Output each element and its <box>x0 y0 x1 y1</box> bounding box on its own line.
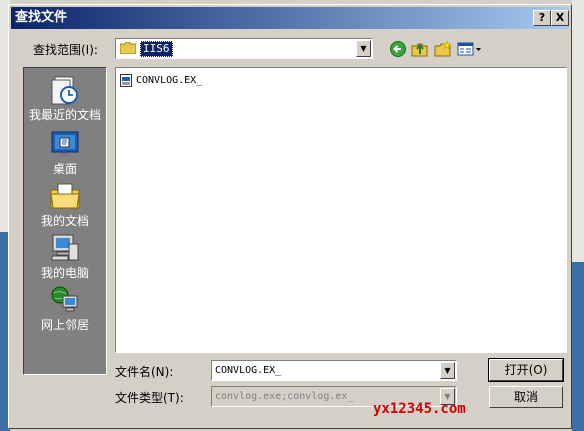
place-my-documents[interactable]: 我的文档 <box>24 176 106 228</box>
places-bar: 我最近的文档 桌面 我的文档 我的电脑 网上邻居 <box>23 67 107 375</box>
window-title: 查找文件 <box>15 10 68 25</box>
my-documents-icon <box>50 183 80 209</box>
place-label: 我的文档 <box>40 214 89 228</box>
place-recent-documents[interactable]: 我最近的文档 <box>24 70 106 122</box>
back-icon[interactable] <box>389 40 407 58</box>
desktop-background-blue-right <box>572 262 584 431</box>
up-folder-icon[interactable] <box>411 40 429 58</box>
title-bar[interactable]: 查找文件 ? X <box>11 7 569 29</box>
new-folder-icon[interactable] <box>434 40 452 58</box>
place-label: 我最近的文档 <box>28 108 101 122</box>
help-button[interactable]: ? <box>533 10 551 26</box>
compressed-file-icon <box>120 74 132 87</box>
view-menu-icon[interactable] <box>457 40 483 58</box>
place-label: 我的电脑 <box>40 266 89 280</box>
place-desktop[interactable]: 桌面 <box>24 124 106 176</box>
place-label: 桌面 <box>52 162 77 176</box>
look-in-dropdown[interactable]: IIS6 ▼ <box>115 38 373 59</box>
recent-documents-icon <box>51 76 78 105</box>
open-button[interactable]: 打开(O) <box>488 358 564 382</box>
file-name: CONVLOG.EX_ <box>136 75 203 86</box>
place-my-computer[interactable]: 我的电脑 <box>24 228 106 280</box>
place-label: 网上邻居 <box>40 318 89 332</box>
network-places-icon <box>51 286 78 312</box>
find-file-dialog: 查找文件 ? X 查找范围(I): IIS6 ▼ 我最近的文档 桌面 我的文档 … <box>8 4 572 429</box>
filename-value: CONVLOG.EX_ <box>215 365 282 376</box>
look-in-value: IIS6 <box>140 41 173 57</box>
chevron-down-icon[interactable]: ▼ <box>440 362 455 379</box>
watermark-text: yx12345.com <box>373 401 466 417</box>
cancel-button[interactable]: 取消 <box>489 386 563 408</box>
folder-icon <box>120 42 136 54</box>
file-list[interactable]: CONVLOG.EX_ <box>115 67 567 353</box>
filename-label: 文件名(N): <box>115 365 174 379</box>
desktop-icon <box>51 131 79 156</box>
place-network-places[interactable]: 网上邻居 <box>24 280 106 332</box>
chevron-down-icon[interactable]: ▼ <box>356 40 371 57</box>
my-computer-icon <box>51 234 79 261</box>
filetype-value: convlog.exe;convlog.ex_ <box>215 391 354 402</box>
close-button[interactable]: X <box>551 10 569 26</box>
look-in-label: 查找范围(I): <box>33 43 98 57</box>
filename-input[interactable]: CONVLOG.EX_ ▼ <box>211 360 457 381</box>
filetype-label: 文件类型(T): <box>115 391 184 405</box>
